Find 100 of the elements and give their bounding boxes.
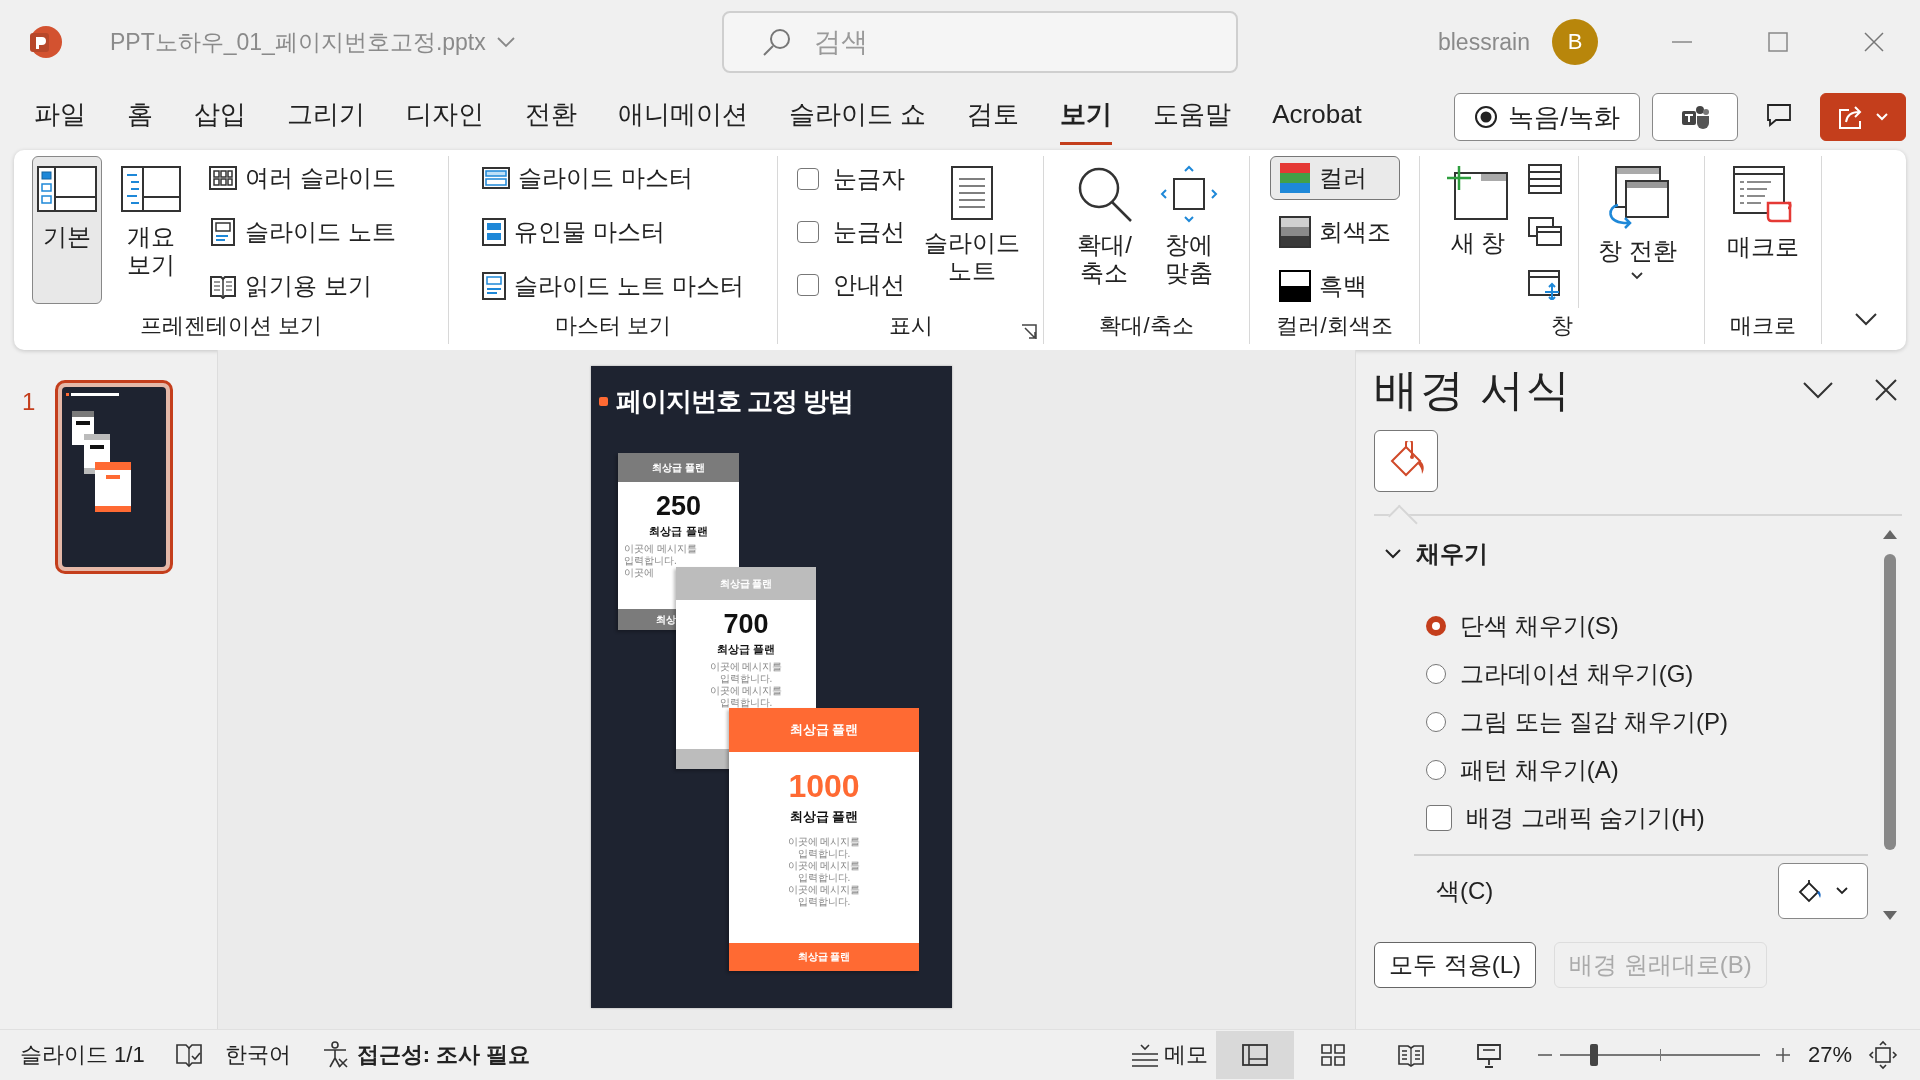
checkbox-label[interactable]: 눈금선 bbox=[832, 216, 905, 248]
ribbon-button[interactable]: 확대/ 축소 bbox=[1069, 156, 1140, 304]
accessibility-status[interactable]: 접근성: 조사 필요 bbox=[356, 1040, 531, 1070]
checkbox[interactable] bbox=[1426, 805, 1452, 831]
slide-title[interactable]: 페이지번호 고정 방법 bbox=[616, 384, 854, 419]
ribbon-button[interactable]: 창 전환 bbox=[1593, 156, 1682, 304]
ribbon-tab[interactable]: 검토 bbox=[967, 89, 1020, 145]
slide-number: 1 bbox=[22, 387, 36, 417]
card-price: 250 bbox=[655, 490, 702, 522]
ribbon-button[interactable]: 유인물 마스터 bbox=[473, 210, 753, 254]
notes-button[interactable]: 메모 bbox=[1121, 1031, 1216, 1079]
radio-label[interactable]: 단색 채우기(S) bbox=[1460, 610, 1619, 642]
ribbon-tab[interactable]: 도움말 bbox=[1153, 89, 1232, 145]
radio-button[interactable] bbox=[1426, 664, 1446, 684]
ribbon-button[interactable]: 컬러 bbox=[1269, 156, 1400, 200]
search-field[interactable]: 검색 bbox=[721, 11, 1238, 73]
card-price: 700 bbox=[723, 608, 769, 640]
user-name: blessrain bbox=[1437, 28, 1530, 56]
slide-master-icon bbox=[482, 166, 511, 190]
checkbox-label[interactable]: 안내선 bbox=[832, 269, 905, 301]
close-icon[interactable] bbox=[1874, 378, 1898, 402]
share-button[interactable] bbox=[1820, 93, 1906, 141]
ribbon-button[interactable]: 슬라이드 마스터 bbox=[473, 156, 753, 200]
group-label: 창 bbox=[1551, 312, 1573, 340]
card-text: 입력합니다. bbox=[797, 848, 851, 860]
cascade-windows-icon bbox=[1528, 217, 1563, 247]
radio-label[interactable]: 그림 또는 질감 채우기(P) bbox=[1460, 706, 1728, 738]
card-header: 최상급 플랜 bbox=[719, 576, 773, 591]
section-header[interactable]: 채우기 bbox=[1416, 538, 1488, 570]
radio-button[interactable] bbox=[1426, 616, 1446, 636]
field-label: 색(C) bbox=[1436, 875, 1494, 906]
normal-view-icon bbox=[1240, 1042, 1269, 1068]
checkbox-label[interactable]: 배경 그래픽 숨기기(H) bbox=[1466, 802, 1705, 834]
ribbon-button[interactable]: 개요 보기 bbox=[116, 156, 186, 304]
group-label: 확대/축소 bbox=[1099, 312, 1194, 340]
app-logo-icon[interactable] bbox=[28, 24, 64, 60]
ribbon-tab[interactable]: 그리기 bbox=[287, 89, 365, 145]
checkbox[interactable] bbox=[796, 274, 819, 296]
group-label: 컬러/회색조 bbox=[1276, 312, 1393, 340]
checkbox-label[interactable]: 눈금자 bbox=[832, 163, 905, 195]
comment-icon bbox=[1766, 103, 1792, 127]
ribbon-tab[interactable]: 애니메이션 bbox=[618, 89, 748, 145]
radio-button[interactable] bbox=[1426, 760, 1446, 780]
pane-button[interactable]: 모두 적용(L) bbox=[1374, 942, 1536, 988]
book-check-icon[interactable] bbox=[174, 1042, 203, 1068]
radio-label[interactable]: 그라데이션 채우기(G) bbox=[1460, 658, 1694, 690]
outline-view-icon bbox=[121, 165, 181, 215]
ribbon-button[interactable]: 회색조 bbox=[1269, 210, 1400, 254]
caret-icon bbox=[1875, 112, 1889, 122]
color-picker-button[interactable] bbox=[1778, 862, 1868, 919]
ribbon-button[interactable]: 읽기용 보기 bbox=[200, 264, 405, 308]
ribbon-tab[interactable]: Acrobat bbox=[1272, 91, 1362, 143]
card-text: 입력합니다. bbox=[797, 896, 851, 908]
ribbon-tab[interactable]: 디자인 bbox=[406, 89, 484, 145]
ribbon-button[interactable]: 기본 bbox=[32, 156, 102, 304]
card-text: 이곳에 메시지를 bbox=[709, 685, 783, 697]
ribbon-button[interactable]: 슬라이드 노트 bbox=[918, 156, 1025, 304]
fit-to-window-icon bbox=[1158, 165, 1219, 223]
ribbon-tab[interactable]: 전환 bbox=[525, 89, 577, 145]
ribbon-tab[interactable]: 홈 bbox=[127, 89, 153, 145]
macro-sheet-icon bbox=[1732, 165, 1794, 225]
card-text: 입력합니다. bbox=[797, 872, 851, 884]
radio-label[interactable]: 패턴 채우기(A) bbox=[1460, 754, 1619, 786]
ribbon-button[interactable]: 슬라이드 노트 bbox=[200, 210, 405, 254]
notes-icon bbox=[1129, 1042, 1160, 1068]
record-button[interactable]: 녹음/녹화 bbox=[1454, 93, 1640, 141]
dialog-launcher-icon[interactable] bbox=[1021, 324, 1037, 340]
ribbon-tab[interactable]: 삽입 bbox=[194, 89, 246, 145]
ribbon-button[interactable]: 흑백 bbox=[1269, 264, 1400, 308]
ribbon-button[interactable]: 매크로 bbox=[1722, 156, 1804, 304]
card-header: 최상급 플랜 bbox=[652, 460, 705, 475]
slide-canvas[interactable]: 페이지번호 고정 방법 최상급 플랜 250 최상급 플랜 이곳에 메시지를 입력합니다. 이곳에 최상 최상급 플랜 700 최상급 플랜 이곳에 메시지를 입력합니다. 이곳에 메시지를 입력합니다. 최상급 플랜 1000 최상급 플랜 이곳에 메시지를 입력합니다. 이곳에 메시지를 입력합니다. 이곳에 메시지를 입력합니다. 최상급 플랜 bbox=[591, 366, 952, 1008]
language-indicator[interactable]: 한국어 bbox=[224, 1040, 291, 1070]
ribbon-button[interactable]: 여러 슬라이드 bbox=[200, 156, 405, 200]
ribbon-tab[interactable]: 파일 bbox=[34, 89, 86, 145]
ribbon-tab[interactable]: 슬라이드 쇼 bbox=[789, 89, 927, 145]
collapse-ribbon-icon[interactable] bbox=[1854, 312, 1878, 326]
group-label: 마스터 보기 bbox=[554, 312, 672, 340]
card-plan-name: 최상급 플랜 bbox=[716, 642, 776, 657]
ribbon-button[interactable]: 슬라이드 노트 마스터 bbox=[473, 264, 753, 308]
view-button[interactable] bbox=[1215, 1031, 1294, 1079]
checkbox[interactable] bbox=[796, 168, 819, 190]
chevron-down-icon[interactable] bbox=[1802, 380, 1834, 400]
fill-tab[interactable] bbox=[1374, 430, 1438, 492]
ribbon-button[interactable]: 창에 맞춤 bbox=[1153, 156, 1224, 304]
fit-slide-icon[interactable] bbox=[1868, 1040, 1898, 1070]
grayscale-swatch-icon bbox=[1278, 216, 1311, 248]
new-window-icon bbox=[1447, 165, 1510, 221]
zoom-percentage[interactable]: 27% bbox=[1807, 1042, 1852, 1068]
slide-thumbnail[interactable] bbox=[55, 380, 174, 574]
zoom-in-icon[interactable] bbox=[1773, 1046, 1792, 1064]
teams-button[interactable] bbox=[1652, 93, 1738, 141]
radio-button[interactable] bbox=[1426, 712, 1446, 732]
monochrome-swatch-icon bbox=[1278, 270, 1311, 302]
ribbon-tab[interactable]: 보기 bbox=[1060, 89, 1113, 145]
window-move-icon bbox=[1528, 270, 1563, 300]
ribbon-button[interactable]: 새 창 bbox=[1442, 156, 1515, 304]
card-text: 이곳에 bbox=[624, 567, 654, 579]
checkbox[interactable] bbox=[796, 221, 819, 243]
people-icon bbox=[1680, 103, 1710, 131]
